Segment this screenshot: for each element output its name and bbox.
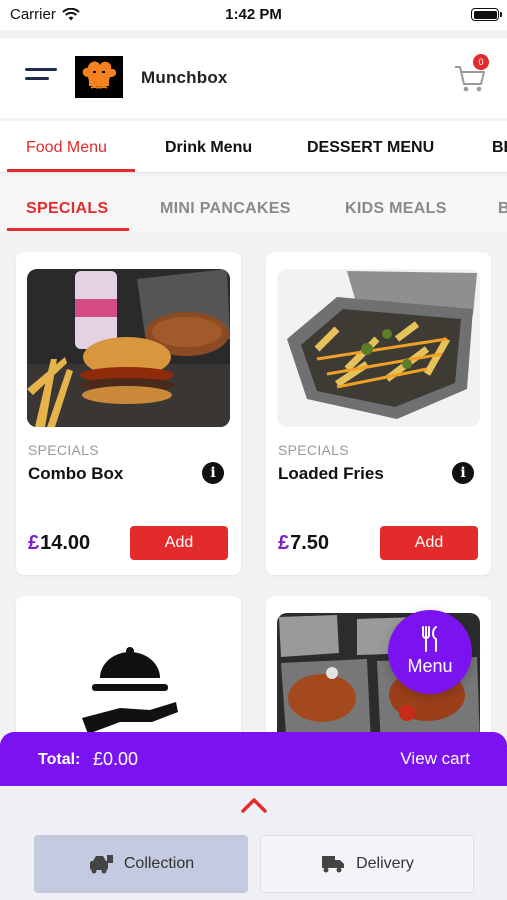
cart-count-badge: 0 xyxy=(473,54,489,70)
add-button[interactable]: Add xyxy=(380,526,478,560)
category-tab-mini-pancakes[interactable]: MINI PANCAKES xyxy=(160,200,291,218)
delivery-button[interactable]: Delivery xyxy=(260,835,474,893)
product-name: Combo Box xyxy=(28,464,124,483)
total-label: Total: xyxy=(38,751,81,768)
clock: 1:42 PM xyxy=(225,6,282,23)
product-category: SPECIALS xyxy=(278,442,349,458)
view-cart-link[interactable]: View cart xyxy=(400,749,470,769)
collection-label: Collection xyxy=(123,855,195,872)
combo-box-image xyxy=(27,269,230,427)
tab-drink-menu[interactable]: Drink Menu xyxy=(165,139,252,157)
category-tabs: SPECIALS MINI PANCAKES KIDS MEALS B xyxy=(0,177,507,232)
status-bar: Carrier 1:42 PM xyxy=(0,0,507,30)
category-tab-partial[interactable]: B xyxy=(498,200,507,218)
price-value: 7.50 xyxy=(290,532,330,554)
currency-symbol: £ xyxy=(28,532,40,554)
product-category: SPECIALS xyxy=(28,442,99,458)
loaded-fries-image xyxy=(277,269,480,427)
info-icon[interactable]: i xyxy=(202,462,224,484)
product-card[interactable]: SPECIALS Combo Box i £14.00 Add xyxy=(16,252,241,575)
total-value: £0.00 xyxy=(93,749,139,769)
battery-icon xyxy=(471,8,502,21)
menu-fab-button[interactable]: Menu xyxy=(388,610,472,694)
collection-button[interactable]: Collection xyxy=(34,835,248,893)
active-tab-indicator xyxy=(7,169,135,172)
tab-food-menu[interactable]: Food Menu xyxy=(26,139,107,157)
tab-dessert-menu[interactable]: DESSERT MENU xyxy=(307,139,434,157)
delivery-label: Delivery xyxy=(356,855,414,872)
active-category-indicator xyxy=(7,228,129,231)
product-price: £14.00 xyxy=(28,532,90,555)
product-name: Loaded Fries xyxy=(278,464,384,483)
brand-name: Munchbox xyxy=(141,68,228,87)
order-type-panel: Collection Delivery xyxy=(0,786,507,900)
total-bar: Total: £0.00 View cart xyxy=(0,732,507,786)
menu-tabs: Food Menu Drink Menu DESSERT MENU BE xyxy=(0,121,507,173)
cutlery-icon xyxy=(422,626,437,652)
info-icon[interactable]: i xyxy=(452,462,474,484)
add-button[interactable]: Add xyxy=(130,526,228,560)
delivery-icon xyxy=(322,856,345,873)
category-tab-specials[interactable]: SPECIALS xyxy=(26,200,108,218)
product-card[interactable]: SPECIALS Loaded Fries i £7.50 Add xyxy=(266,252,491,575)
menu-fab-label: Menu xyxy=(407,656,453,676)
hamburger-icon[interactable] xyxy=(25,68,57,88)
chevron-up-icon[interactable] xyxy=(240,794,268,816)
category-tab-kids-meals[interactable]: KIDS MEALS xyxy=(345,200,447,218)
currency-symbol: £ xyxy=(278,532,290,554)
tab-partial[interactable]: BE xyxy=(492,139,507,157)
price-value: 14.00 xyxy=(40,532,91,554)
collection-icon xyxy=(89,855,113,874)
product-price: £7.50 xyxy=(278,532,329,555)
chef-logo-icon xyxy=(75,56,123,98)
app-header: Munchbox 0 xyxy=(0,38,507,118)
